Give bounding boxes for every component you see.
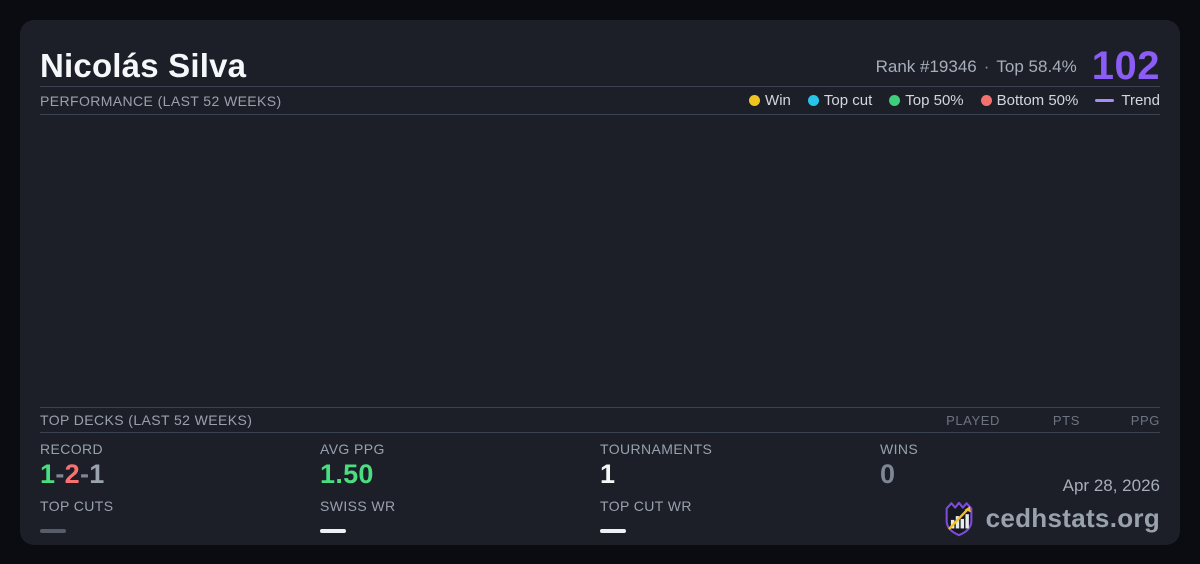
avg-ppg-value: 1.50 bbox=[320, 459, 374, 489]
top-decks-column-headers: PLAYED PTS PPG bbox=[920, 413, 1160, 428]
swiss-wr-label: SWISS WR bbox=[320, 498, 396, 514]
record-losses: 2 bbox=[64, 459, 80, 489]
legend-item-bottom50[interactable]: Bottom 50% bbox=[980, 92, 1079, 109]
legend-item-top50[interactable]: Top 50% bbox=[889, 92, 964, 109]
performance-section-header: PERFORMANCE (LAST 52 WEEKS) Win Top cut … bbox=[40, 87, 1160, 114]
tournaments-label: TOURNAMENTS bbox=[600, 441, 713, 457]
cedhstats-logo-icon bbox=[945, 501, 973, 537]
top-cut-wr-label: TOP CUT WR bbox=[600, 498, 692, 514]
record-label: RECORD bbox=[40, 441, 104, 457]
wins-label: WINS bbox=[880, 441, 919, 457]
top-decks-section-header: TOP DECKS (LAST 52 WEEKS) PLAYED PTS PPG bbox=[40, 408, 1160, 432]
card-footer: Apr 28, 2026 cedhstats.org bbox=[940, 476, 1160, 537]
stat-tournaments: TOURNAMENTS 1 TOP CUT WR bbox=[600, 441, 880, 533]
top50-dot-icon bbox=[889, 95, 901, 106]
trend-line-icon bbox=[1095, 99, 1115, 102]
top-decks-title: TOP DECKS (LAST 52 WEEKS) bbox=[40, 412, 253, 428]
avg-ppg-label: AVG PPG bbox=[320, 441, 385, 457]
player-stats-card: Nicolás Silva Rank #19346 · Top 58.4% 102 … bbox=[20, 20, 1180, 545]
stat-record: RECORD 1-2-1 TOP CUTS bbox=[40, 441, 320, 533]
legend-label: Top cut bbox=[823, 92, 873, 109]
legend-item-trend[interactable]: Trend bbox=[1095, 92, 1160, 109]
page-title: Nicolás Silva bbox=[40, 46, 247, 84]
performance-chart bbox=[40, 115, 1160, 407]
card-header: Nicolás Silva Rank #19346 · Top 58.4% 102 bbox=[40, 20, 1160, 86]
brand-link[interactable]: cedhstats.org bbox=[940, 499, 1160, 537]
record-sep: - bbox=[55, 459, 65, 489]
column-header-pts: PTS bbox=[1052, 412, 1080, 428]
top-cuts-label: TOP CUTS bbox=[40, 498, 114, 514]
legend-item-win[interactable]: Win bbox=[749, 92, 791, 109]
legend-label: Bottom 50% bbox=[996, 92, 1079, 109]
record-draws: 1 bbox=[89, 459, 105, 489]
record-sep: - bbox=[79, 459, 90, 489]
legend-label: Trend bbox=[1121, 92, 1160, 109]
rank-text: Rank #19346 bbox=[875, 57, 977, 76]
performance-title: PERFORMANCE (LAST 52 WEEKS) bbox=[40, 92, 282, 109]
rank-summary: Rank #19346 · Top 58.4% 102 bbox=[876, 44, 1160, 88]
column-header-played: PLAYED bbox=[946, 412, 1000, 428]
bottom50-dot-icon bbox=[980, 95, 992, 106]
top-cut-wr-empty-indicator bbox=[600, 529, 626, 533]
top-cut-dot-icon bbox=[807, 95, 819, 106]
legend-label: Top 50% bbox=[905, 92, 964, 109]
chart-legend: Win Top cut Top 50% Bottom 50% Trend bbox=[749, 92, 1160, 109]
brand-text: cedhstats.org bbox=[985, 502, 1160, 533]
percentile-text: Top 58.4% bbox=[996, 57, 1077, 76]
win-dot-icon bbox=[749, 95, 761, 106]
player-score: 102 bbox=[1091, 44, 1160, 88]
stat-avg-ppg: AVG PPG 1.50 SWISS WR bbox=[320, 441, 600, 533]
legend-item-top-cut[interactable]: Top cut bbox=[807, 92, 873, 109]
record-wins: 1 bbox=[40, 459, 56, 489]
rank-separator: · bbox=[983, 57, 990, 76]
legend-label: Win bbox=[765, 92, 791, 109]
swiss-wr-empty-indicator bbox=[320, 529, 346, 533]
rank-line: Rank #19346 · Top 58.4% bbox=[876, 57, 1077, 77]
date-text: Apr 28, 2026 bbox=[1062, 476, 1160, 495]
tournaments-value: 1 bbox=[600, 459, 616, 489]
top-cuts-empty-indicator bbox=[40, 529, 66, 533]
column-header-ppg: PPG bbox=[1130, 412, 1160, 428]
record-value: 1-2-1 bbox=[40, 461, 320, 488]
